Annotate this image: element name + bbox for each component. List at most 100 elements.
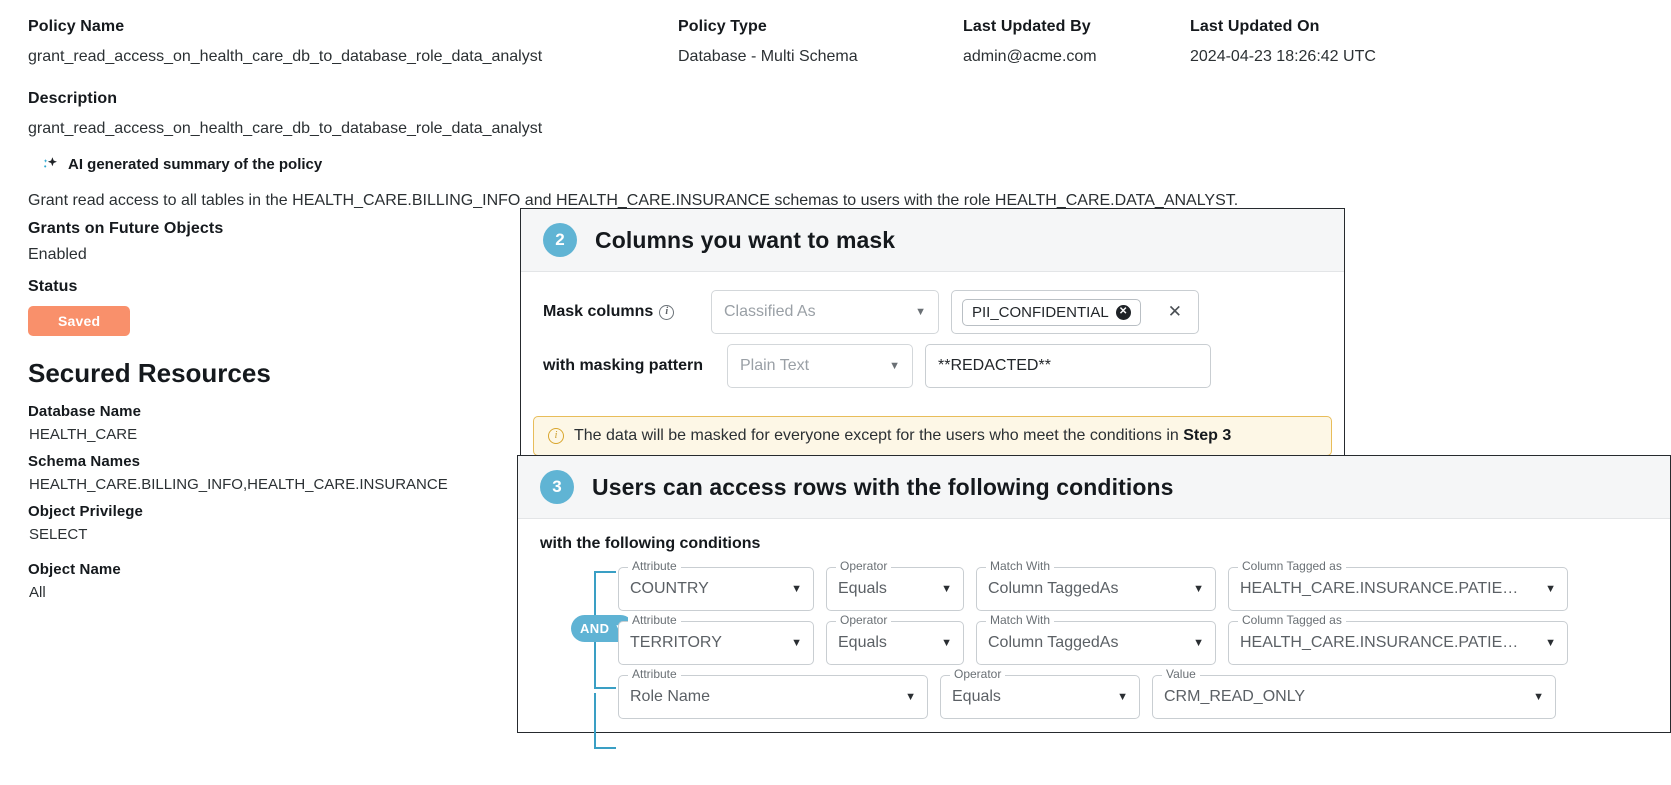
field-value: Equals [952, 688, 1001, 706]
secured-label: Schema Names [28, 453, 528, 470]
field-label: Column Tagged as [1238, 614, 1346, 626]
secured-value: HEALTH_CARE.BILLING_INFO,HEALTH_CARE.INS… [28, 476, 528, 493]
condition-operator-select[interactable]: Operator Equals ▼ [826, 621, 964, 665]
conditions-header: with the following conditions [540, 535, 1670, 553]
secured-field-schema-names: Schema Names HEALTH_CARE.BILLING_INFO,HE… [28, 453, 528, 493]
status-label: Status [28, 278, 528, 296]
secured-field-database-name: Database Name HEALTH_CARE [28, 403, 528, 443]
condition-operator-select[interactable]: Operator Equals ▼ [940, 675, 1140, 719]
masking-pattern-input[interactable]: **REDACTED** [925, 344, 1211, 388]
field-label: Operator [836, 560, 891, 572]
field-value: Column TaggedAs [988, 580, 1118, 598]
field-label: Attribute [628, 668, 681, 680]
step2-panel: 2 Columns you want to mask Mask columns … [520, 208, 1345, 456]
field-value: HEALTH_CARE.INSURANCE.PATIE… [1240, 634, 1518, 652]
secured-value: SELECT [28, 526, 528, 543]
condition-attribute-select[interactable]: Attribute Role Name ▼ [618, 675, 928, 719]
chevron-down-icon: ▼ [889, 360, 900, 372]
header-label: Last Updated By [963, 18, 1097, 36]
condition-column-tagged-select[interactable]: Column Tagged as HEALTH_CARE.INSURANCE.P… [1228, 567, 1568, 611]
mask-columns-row: Mask columns i Classified As ▼ PII_CONFI… [543, 290, 1322, 334]
field-label: Operator [836, 614, 891, 626]
classified-as-placeholder: Classified As [724, 303, 816, 321]
field-label: Match With [986, 560, 1054, 572]
value-chip[interactable]: PII_CONFIDENTIAL ✕ [962, 299, 1141, 326]
step2-info-banner: i The data will be masked for everyone e… [533, 416, 1332, 456]
secured-field-object-privilege: Object Privilege SELECT [28, 503, 528, 543]
header-field-last-updated-by: Last Updated By admin@acme.com [963, 18, 1097, 66]
secured-resources-title: Secured Resources [28, 358, 528, 389]
condition-attribute-select[interactable]: Attribute TERRITORY ▼ [618, 621, 814, 665]
step2-number-badge: 2 [543, 223, 577, 257]
field-value: Equals [838, 634, 887, 652]
condition-match-with-select[interactable]: Match With Column TaggedAs ▼ [976, 567, 1216, 611]
step2-banner-text: The data will be masked for everyone exc… [574, 427, 1231, 445]
masking-pattern-label-text: with masking pattern [543, 357, 703, 375]
condition-match-with-select[interactable]: Match With Column TaggedAs ▼ [976, 621, 1216, 665]
step2-banner-text-main: The data will be masked for everyone exc… [574, 427, 1183, 444]
step2-header: 2 Columns you want to mask [521, 209, 1344, 272]
chevron-down-icon: ▼ [915, 306, 926, 318]
ai-summary-heading: AI generated summary of the policy [28, 154, 1428, 174]
chip-remove-icon[interactable]: ✕ [1116, 305, 1131, 320]
masking-pattern-value: **REDACTED** [938, 357, 1051, 375]
step3-number-badge: 3 [540, 470, 574, 504]
header-value: admin@acme.com [963, 48, 1097, 65]
and-group-bracket-lower [573, 693, 615, 749]
condition-attribute-select[interactable]: Attribute COUNTRY ▼ [618, 567, 814, 611]
info-icon: i [548, 428, 564, 444]
classified-values-box[interactable]: PII_CONFIDENTIAL ✕ ✕ [951, 290, 1199, 334]
secured-label: Object Name [28, 561, 528, 578]
field-label: Operator [950, 668, 1005, 680]
condition-row: Attribute COUNTRY ▼ Operator Equals ▼ Ma… [618, 567, 1670, 611]
ai-summary-title: AI generated summary of the policy [68, 156, 322, 173]
masking-pattern-select[interactable]: Plain Text ▼ [727, 344, 913, 388]
mask-columns-label-text: Mask columns [543, 303, 653, 321]
masking-pattern-label: with masking pattern [543, 357, 721, 375]
description-section: Description grant_read_access_on_health_… [28, 90, 1428, 210]
sparkle-icon [40, 154, 60, 174]
header-field-policy-type: Policy Type Database - Multi Schema [678, 18, 858, 66]
chevron-down-icon: ▼ [1117, 691, 1128, 703]
description-value: grant_read_access_on_health_care_db_to_d… [28, 120, 542, 137]
secured-label: Database Name [28, 403, 528, 420]
value-chip-label: PII_CONFIDENTIAL [972, 304, 1109, 321]
chevron-down-icon: ▼ [791, 583, 802, 595]
header-value: grant_read_access_on_health_care_db_to_d… [28, 48, 542, 65]
condition-value-select[interactable]: Value CRM_READ_ONLY ▼ [1152, 675, 1556, 719]
condition-row: Attribute Role Name ▼ Operator Equals ▼ … [618, 675, 1670, 719]
clear-icon[interactable]: ✕ [1162, 302, 1188, 322]
policy-details-column: Grants on Future Objects Enabled Status … [28, 220, 528, 611]
secured-label: Object Privilege [28, 503, 528, 520]
condition-row: Attribute TERRITORY ▼ Operator Equals ▼ … [618, 621, 1670, 665]
grants-future-objects-value: Enabled [28, 246, 528, 264]
field-label: Column Tagged as [1238, 560, 1346, 572]
field-value: Column TaggedAs [988, 634, 1118, 652]
condition-column-tagged-select[interactable]: Column Tagged as HEALTH_CARE.INSURANCE.P… [1228, 621, 1568, 665]
field-label: Value [1162, 668, 1200, 680]
field-value: Role Name [630, 688, 710, 706]
chevron-down-icon: ▼ [1545, 583, 1556, 595]
info-icon[interactable]: i [659, 305, 674, 320]
chevron-down-icon: ▼ [1533, 691, 1544, 703]
header-field-last-updated-on: Last Updated On 2024-04-23 18:26:42 UTC [1190, 18, 1376, 66]
step3-panel: 3 Users can access rows with the followi… [517, 455, 1671, 733]
chevron-down-icon: ▼ [1193, 637, 1204, 649]
chevron-down-icon: ▼ [1545, 637, 1556, 649]
field-value: HEALTH_CARE.INSURANCE.PATIE… [1240, 580, 1518, 598]
description-label: Description [28, 90, 1428, 108]
field-value: Equals [838, 580, 887, 598]
and-group-bracket: AND ▼ [573, 571, 615, 689]
chevron-down-icon: ▼ [941, 583, 952, 595]
status-badge: Saved [28, 306, 130, 336]
classified-as-select[interactable]: Classified As ▼ [711, 290, 939, 334]
condition-operator-select[interactable]: Operator Equals ▼ [826, 567, 964, 611]
secured-value: All [28, 584, 528, 601]
masking-pattern-row: with masking pattern Plain Text ▼ **REDA… [543, 344, 1322, 388]
field-value: COUNTRY [630, 580, 709, 598]
step3-header: 3 Users can access rows with the followi… [518, 456, 1670, 519]
secured-value: HEALTH_CARE [28, 426, 528, 443]
header-value: Database - Multi Schema [678, 48, 858, 65]
header-field-policy-name: Policy Name grant_read_access_on_health_… [28, 18, 542, 66]
step3-title: Users can access rows with the following… [592, 474, 1174, 501]
